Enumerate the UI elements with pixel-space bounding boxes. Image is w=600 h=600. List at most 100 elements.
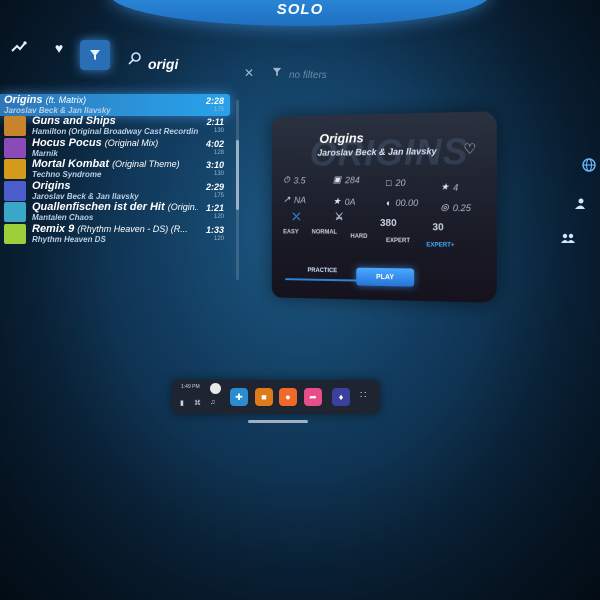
song-title: Hocus Pocus (Original Mix) [32, 137, 159, 149]
song-row[interactable]: Guns and Ships Hamilton (Original Broadw… [0, 116, 230, 138]
clear-search-icon[interactable]: ✕ [244, 66, 254, 80]
app-library-icon[interactable]: ■ [255, 388, 273, 406]
play-button[interactable]: PLAY [356, 267, 415, 287]
favorites-heart-icon[interactable]: ♥ [44, 33, 74, 63]
difficulty-count-expert: 380 [380, 217, 397, 230]
background-vignette [0, 0, 600, 600]
song-title: Guns and Ships [32, 116, 116, 128]
stat-score: ★ 0A [332, 196, 356, 207]
song-text: Guns and Ships Hamilton (Original Broadw… [32, 116, 198, 136]
stat-offset: ◎ 0.25 [440, 201, 471, 213]
difficulty-easy[interactable]: EASY [283, 229, 298, 235]
difficulty-count-expertplus: 30 [432, 222, 444, 234]
song-cover [4, 223, 26, 244]
target-icon: ◎ [440, 201, 449, 213]
song-cover [4, 137, 26, 158]
song-duration: 2:29 [205, 181, 224, 192]
song-text: Remix 9 (Rhythm Heaven - DS) (R... Rhythm… [32, 224, 198, 244]
app-store-icon[interactable]: ✚ [230, 388, 248, 406]
all-songs-icon[interactable] [4, 32, 34, 62]
song-row[interactable]: Origins (ft. Matrix) Jaroslav Beck & Jan … [0, 94, 230, 116]
song-meta: 2:11 130 [198, 117, 224, 135]
song-artist: Jaroslav Beck & Jan Ilavsky [32, 191, 139, 201]
song-text: Quallenfischen ist der Hit (Origin...Man… [32, 202, 198, 222]
mode-banner: SOLO [110, 0, 490, 26]
song-bpm: 175 [213, 106, 224, 113]
detail-title: Origins [319, 130, 364, 147]
song-text: Mortal Kombat (Original Theme) Techno Syn… [32, 159, 198, 179]
favorite-heart-icon[interactable]: ♡ [463, 140, 476, 158]
song-duration: 4:02 [205, 138, 224, 149]
star-icon: ★ [440, 181, 449, 192]
settings-person-icon[interactable] [572, 198, 586, 210]
song-meta: 4:02 128 [198, 139, 224, 157]
song-meta: 3:10 130 [198, 160, 224, 178]
song-meta: 2:29 175 [198, 182, 224, 200]
mode-onesaber-icon[interactable]: ⚔ [335, 212, 344, 223]
song-bpm: 128 [213, 149, 224, 156]
song-title: Remix 9 (Rhythm Heaven - DS) (R... [32, 223, 188, 235]
search-input[interactable]: origi [148, 56, 178, 72]
song-meta: 1:21 120 [198, 203, 224, 221]
stat-njs: ⏱ 3.5 [283, 174, 306, 186]
stat-accuracy: ◐ 00.00 [385, 197, 419, 209]
song-title: Mortal Kombat (Original Theme) [32, 159, 180, 171]
system-taskbar: 1:49 PM ▮ ⌘ ♫ ✚ ■ ● ➦ ♦ ∷ [172, 380, 380, 414]
apps-grid-icon[interactable]: ∷ [360, 390, 366, 401]
song-cover [4, 116, 26, 137]
song-row[interactable]: Remix 9 (Rhythm Heaven - DS) (R... Rhythm… [0, 223, 230, 245]
song-text: Origins Jaroslav Beck & Jan Ilavsky [32, 181, 198, 201]
song-artist: Techno Syndrome [32, 170, 102, 180]
mode-standard-icon[interactable]: ⤫ [293, 212, 301, 223]
song-duration: 1:33 [205, 224, 224, 235]
song-list: Origins (ft. Matrix) Jaroslav Beck & Jan … [0, 94, 230, 245]
song-meta: 1:33 120 [198, 225, 224, 243]
song-row[interactable]: Origins Jaroslav Beck & Jan Ilavsky 2:29 1… [0, 180, 230, 202]
song-row[interactable]: Hocus Pocus (Original Mix) Marnik 4:02 128 [0, 137, 230, 159]
wifi-icon: ⌘ [194, 400, 201, 407]
filter-bar: ♥ origi ✕ no filters [0, 30, 340, 90]
song-title: Origins [32, 180, 71, 192]
advanced-filter-icon[interactable] [272, 66, 282, 80]
song-cover [4, 202, 26, 223]
song-text: Hocus Pocus (Original Mix) Marnik [32, 138, 198, 158]
search-icon [128, 52, 141, 68]
song-cover [4, 159, 26, 180]
stat-stars: ★ 4 [440, 181, 459, 193]
difficulty-normal[interactable]: NORMAL [312, 230, 337, 236]
beat-saber-app-icon[interactable]: ♦ [332, 388, 350, 406]
difficulty-expertplus[interactable]: EXPERT+ [426, 242, 454, 248]
practice-button[interactable]: PRACTICE [294, 263, 350, 280]
song-detail-panel: ORIGINS Origins Jaroslav Beck & Jan Ilav… [271, 111, 497, 303]
song-bpm: 120 [213, 214, 224, 221]
song-meta: 2:28 175 [198, 96, 224, 114]
filters-placeholder: no filters [289, 70, 327, 81]
song-duration: 2:28 [205, 95, 224, 106]
stat-ranked: ↗ NA [283, 194, 306, 205]
song-bpm: 120 [213, 235, 224, 242]
share-app-icon[interactable]: ➦ [304, 388, 322, 406]
song-cover [4, 180, 26, 201]
filter-funnel-icon[interactable] [80, 40, 110, 70]
song-artist: Jaroslav Beck & Jan Ilavsky [4, 105, 111, 115]
people-app-icon[interactable]: ● [279, 388, 297, 406]
song-row[interactable]: Mortal Kombat (Original Theme) Techno Syn… [0, 159, 230, 181]
multiplayer-people-icon[interactable] [560, 232, 576, 244]
stat-obstacles: □ 20 [385, 177, 406, 188]
avatar[interactable] [210, 383, 221, 394]
notification-bell-icon[interactable]: ♫ [210, 399, 215, 406]
trophy-star-icon: ★ [332, 196, 341, 207]
song-bpm: 130 [213, 128, 224, 135]
mode-title: SOLO [276, 1, 324, 18]
song-list-scroll-thumb[interactable] [236, 140, 239, 210]
speed-icon: ⏱ [283, 174, 290, 185]
globe-icon[interactable] [582, 158, 596, 172]
practice-underline [285, 278, 363, 282]
notes-icon: ▣ [332, 174, 342, 185]
song-duration: 1:21 [205, 203, 224, 214]
detail-artist: Jaroslav Beck & Jan Ilavsky [317, 146, 437, 158]
difficulty-expert[interactable]: EXPERT [386, 238, 410, 244]
obstacle-icon: □ [385, 177, 392, 188]
difficulty-hard[interactable]: HARD [350, 234, 367, 240]
song-row[interactable]: Quallenfischen ist der Hit (Origin...Man… [0, 202, 230, 224]
